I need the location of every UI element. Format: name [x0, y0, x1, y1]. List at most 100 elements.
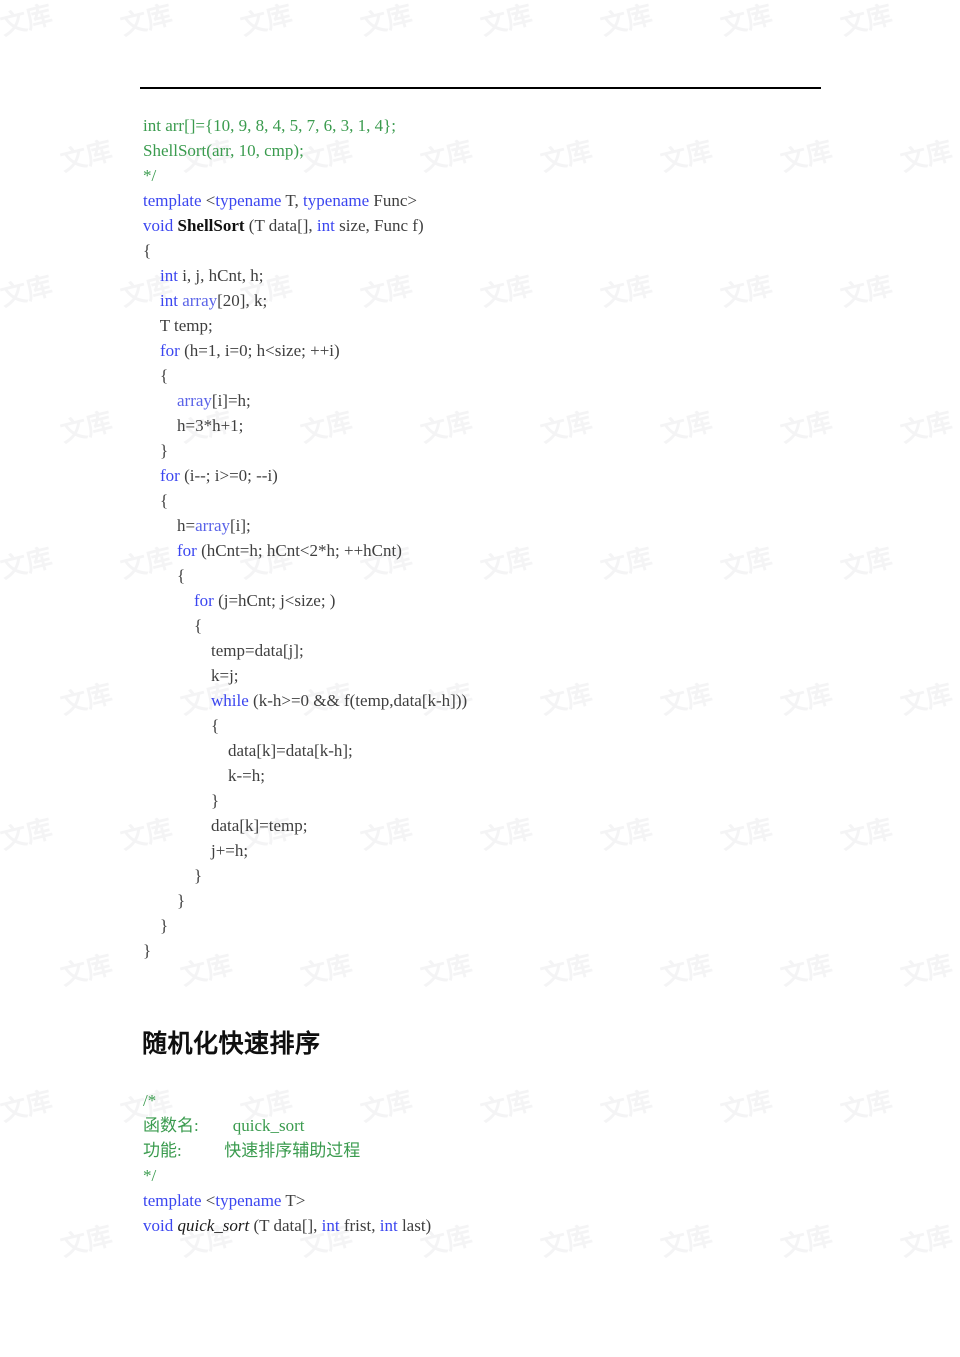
code-line: void ShellSort (T data[], int size, Func…	[143, 213, 467, 238]
code-token: array	[182, 291, 218, 310]
code-token: j+=h;	[143, 841, 249, 860]
watermark-text: 文库	[237, 0, 296, 42]
code-line: template <typename T, typename Func>	[143, 188, 467, 213]
watermark-text: 文库	[717, 542, 776, 585]
code-line: 函数名: quick_sort	[143, 1113, 431, 1138]
code-line: {	[143, 363, 467, 388]
watermark-text: 文库	[717, 1085, 776, 1128]
code-token: for	[194, 591, 214, 610]
watermark-text: 文库	[897, 678, 956, 721]
watermark-text: 文库	[897, 1221, 956, 1264]
header-divider	[140, 87, 821, 89]
watermark-text: 文库	[717, 271, 776, 314]
watermark-text: 文库	[537, 407, 596, 449]
watermark-text: 文库	[537, 135, 596, 178]
watermark-text: 文库	[837, 0, 896, 42]
code-token: /*	[143, 1091, 157, 1110]
code-token: {	[143, 491, 169, 510]
document-page: 文库 文库 文库 文库 文库 文库 文库 文库 文库 文库 文库 文库 文库 文库 文库 文库 文库 文库 文库 文库…	[0, 0, 960, 1357]
code-token: */	[143, 166, 157, 185]
code-line: */	[143, 1163, 431, 1188]
watermark-text: 文库	[57, 678, 116, 721]
code-token: 函数名: quick_sort	[143, 1116, 305, 1135]
code-token: T,	[281, 191, 304, 210]
code-line: 功能: 快速排序辅助过程	[143, 1138, 431, 1163]
watermark-text: 文库	[597, 0, 656, 42]
watermark-text: 文库	[837, 542, 896, 585]
watermark-text: 文库	[837, 1085, 896, 1128]
watermark-text: 文库	[897, 135, 956, 178]
code-line: ShellSort(arr, 10, cmp);	[143, 138, 467, 163]
code-token: ShellSort	[177, 216, 245, 235]
code-block-quicksort: /* 函数名: quick_sort 功能: 快速排序辅助过程 */ template …	[143, 1088, 431, 1238]
code-token: data[k]=data[k-h];	[143, 741, 353, 760]
watermark-text: 文库	[537, 678, 596, 721]
watermark-text: 文库	[57, 135, 116, 178]
watermark-text: 文库	[357, 0, 416, 42]
code-line: temp=data[j];	[143, 638, 467, 663]
watermark-text: 文库	[117, 0, 176, 42]
code-token: T>	[281, 1191, 306, 1210]
code-token: array	[195, 516, 231, 535]
watermark-text: 文库	[717, 814, 776, 856]
code-token: int	[379, 1216, 398, 1235]
watermark-text: 文库	[717, 0, 776, 42]
code-line: int array[20], k;	[143, 288, 467, 313]
code-token: template	[143, 1191, 206, 1210]
watermark-text: 文库	[837, 814, 896, 856]
code-line: /*	[143, 1088, 431, 1113]
watermark-text: 文库	[777, 1221, 836, 1264]
code-line: template <typename T>	[143, 1188, 431, 1213]
code-token: (j=hCnt; j<size; )	[213, 591, 336, 610]
code-line: array[i]=h;	[143, 388, 467, 413]
code-token: }	[143, 916, 169, 935]
code-token: T temp;	[143, 316, 213, 335]
watermark-text: 文库	[477, 1085, 536, 1128]
code-line: {	[143, 613, 467, 638]
watermark-text: 文库	[897, 949, 956, 992]
code-token: void	[143, 216, 178, 235]
code-token: h=3*h+1;	[143, 416, 244, 435]
code-token: [i]=h;	[211, 391, 251, 410]
code-line: {	[143, 488, 467, 513]
watermark-text: 文库	[57, 407, 116, 449]
code-token: <	[205, 1191, 216, 1210]
watermark-text: 文库	[477, 0, 536, 42]
watermark-text: 文库	[777, 949, 836, 992]
code-line: }	[143, 788, 467, 813]
code-line: int arr[]={10, 9, 8, 4, 5, 7, 6, 3, 1, 4…	[143, 113, 467, 138]
watermark-text: 文库	[537, 949, 596, 992]
watermark-text: 文库	[537, 1221, 596, 1264]
code-token: template	[143, 191, 206, 210]
code-line: for (h=1, i=0; h<size; ++i)	[143, 338, 467, 363]
code-token: i, j, hCnt, h;	[177, 266, 264, 285]
code-token: array	[177, 391, 212, 410]
code-token: (T data[],	[249, 1216, 322, 1235]
code-token: quick_sort	[177, 1216, 250, 1235]
code-line: }	[143, 863, 467, 888]
code-token: {	[143, 616, 203, 635]
code-token: }	[143, 791, 220, 810]
code-line: }	[143, 938, 467, 963]
code-line: void quick_sort (T data[], int frist, in…	[143, 1213, 431, 1238]
code-token: for	[160, 341, 180, 360]
code-token: [i];	[230, 516, 251, 535]
code-token: }	[143, 941, 152, 960]
watermark-text: 文库	[777, 407, 836, 449]
code-line: h=array[i];	[143, 513, 467, 538]
watermark-text: 文库	[477, 542, 536, 585]
watermark-text: 文库	[597, 1085, 656, 1128]
watermark-text: 文库	[657, 678, 716, 721]
watermark-text: 文库	[657, 135, 716, 178]
code-line: k=j;	[143, 663, 467, 688]
code-token: int	[160, 266, 178, 285]
code-token: k=j;	[143, 666, 239, 685]
code-token: last)	[397, 1216, 432, 1235]
code-line: while (k-h>=0 && f(temp,data[k-h]))	[143, 688, 467, 713]
watermark-text: 文库	[477, 271, 536, 314]
code-block-shellsort: int arr[]={10, 9, 8, 4, 5, 7, 6, 3, 1, 4…	[143, 113, 467, 963]
